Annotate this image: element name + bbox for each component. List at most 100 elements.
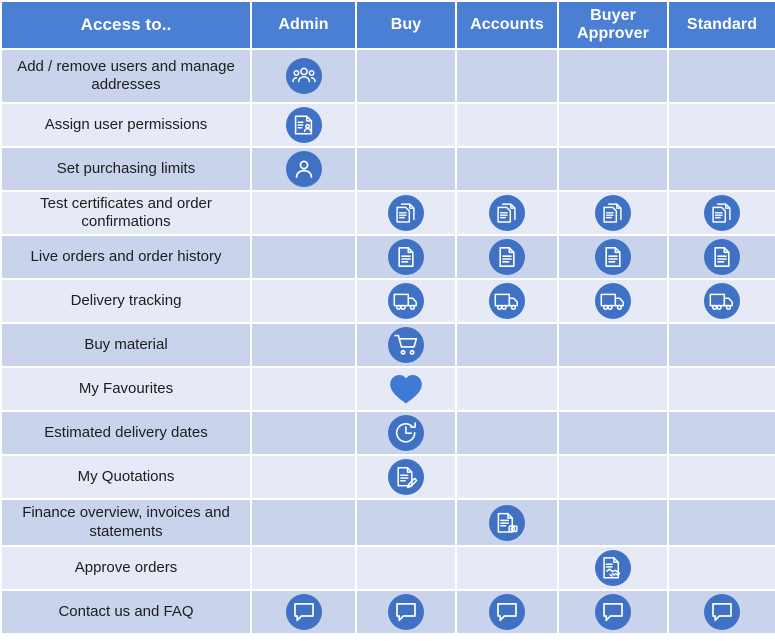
invoice-money-icon (489, 504, 525, 541)
table-body: Add / remove users and manage addresses … (0, 48, 775, 635)
access-cell-buyer_approver (557, 278, 669, 324)
empty-cell-buyer_approver (557, 366, 669, 412)
access-cell-buyer_approver (557, 190, 669, 236)
delivery-truck-icon (595, 283, 631, 319)
column-header-buy: Buy (355, 0, 457, 50)
stacked-documents-icon (704, 195, 740, 231)
empty-cell-buyer_approver (557, 48, 669, 104)
empty-cell-standard (667, 146, 775, 192)
access-cell-accounts (455, 278, 559, 324)
empty-cell-buyer_approver (557, 454, 669, 500)
table-row: Buy material (0, 322, 775, 368)
access-cell-admin (250, 589, 357, 635)
access-cell-standard (667, 278, 775, 324)
empty-cell-buy (355, 498, 457, 547)
empty-cell-buyer_approver (557, 322, 669, 368)
feature-label: Delivery tracking (0, 278, 252, 324)
chat-bubble-icon (704, 594, 740, 630)
delivery-truck-icon (489, 283, 525, 319)
table-row: Assign user permissions (0, 102, 775, 148)
column-header-standard: Standard (667, 0, 775, 50)
access-cell-buy (355, 234, 457, 280)
table-row: Test certificates and order confirmation… (0, 190, 775, 236)
empty-cell-admin (250, 410, 357, 456)
access-cell-buy (355, 278, 457, 324)
table-row: Live orders and order history (0, 234, 775, 280)
access-cell-accounts (455, 498, 559, 547)
access-cell-buy (355, 589, 457, 635)
empty-cell-admin (250, 322, 357, 368)
table-row: Add / remove users and manage addresses (0, 48, 775, 104)
empty-cell-admin (250, 366, 357, 412)
empty-cell-buy (355, 48, 457, 104)
column-header-admin: Admin (250, 0, 357, 50)
access-cell-standard (667, 589, 775, 635)
empty-cell-buy (355, 102, 457, 148)
access-cell-accounts (455, 234, 559, 280)
feature-label: Finance overview, invoices and statement… (0, 498, 252, 547)
table-row: Contact us and FAQ (0, 589, 775, 635)
chat-bubble-icon (489, 594, 525, 630)
empty-cell-standard (667, 545, 775, 591)
handshake-document-icon (595, 550, 631, 586)
shopping-cart-icon (388, 327, 424, 363)
document-edit-icon (388, 459, 424, 495)
user-permissions-document-icon (285, 107, 322, 143)
stacked-documents-icon (489, 195, 525, 231)
empty-cell-buyer_approver (557, 498, 669, 547)
access-cell-buyer_approver (557, 234, 669, 280)
access-cell-standard (667, 234, 775, 280)
document-icon (388, 239, 424, 275)
access-cell-admin (250, 146, 357, 192)
access-cell-accounts (455, 589, 559, 635)
feature-label: My Quotations (0, 454, 252, 500)
empty-cell-accounts (455, 146, 559, 192)
document-icon (704, 239, 740, 275)
column-header-feature: Access to.. (0, 0, 252, 50)
chat-bubble-icon (388, 594, 424, 630)
access-cell-buyer_approver (557, 589, 669, 635)
empty-cell-buyer_approver (557, 146, 669, 192)
single-user-icon (285, 151, 322, 187)
table-row: Finance overview, invoices and statement… (0, 498, 775, 547)
table-header: Access to.. Admin Buy Accounts Buyer Appr… (0, 0, 775, 50)
empty-cell-buyer_approver (557, 102, 669, 148)
access-cell-admin (250, 48, 357, 104)
table-row: Set purchasing limits (0, 146, 775, 192)
feature-label: Contact us and FAQ (0, 589, 252, 635)
empty-cell-accounts (455, 366, 559, 412)
empty-cell-standard (667, 454, 775, 500)
access-cell-standard (667, 190, 775, 236)
empty-cell-accounts (455, 454, 559, 500)
empty-cell-admin (250, 278, 357, 324)
document-icon (595, 239, 631, 275)
empty-cell-admin (250, 454, 357, 500)
table-row: Delivery tracking (0, 278, 775, 324)
empty-cell-standard (667, 48, 775, 104)
empty-cell-standard (667, 102, 775, 148)
access-cell-buy (355, 410, 457, 456)
users-group-icon (285, 58, 322, 94)
empty-cell-accounts (455, 102, 559, 148)
delivery-truck-icon (704, 283, 740, 319)
stacked-documents-icon (595, 195, 631, 231)
empty-cell-accounts (455, 545, 559, 591)
access-cell-accounts (455, 190, 559, 236)
feature-label: Add / remove users and manage addresses (0, 48, 252, 104)
feature-label: Assign user permissions (0, 102, 252, 148)
access-cell-admin (250, 102, 357, 148)
empty-cell-admin (250, 190, 357, 236)
empty-cell-buy (355, 545, 457, 591)
feature-label: Test certificates and order confirmation… (0, 190, 252, 236)
table-row: My Favourites (0, 366, 775, 412)
empty-cell-accounts (455, 322, 559, 368)
empty-cell-admin (250, 545, 357, 591)
table-row: Approve orders (0, 545, 775, 591)
access-cell-buy (355, 454, 457, 500)
header-row: Access to.. Admin Buy Accounts Buyer Appr… (0, 0, 775, 50)
document-icon (489, 239, 525, 275)
chat-bubble-icon (285, 594, 322, 630)
empty-cell-standard (667, 366, 775, 412)
column-header-buyer-approver: Buyer Approver (557, 0, 669, 50)
access-cell-buy (355, 366, 457, 412)
